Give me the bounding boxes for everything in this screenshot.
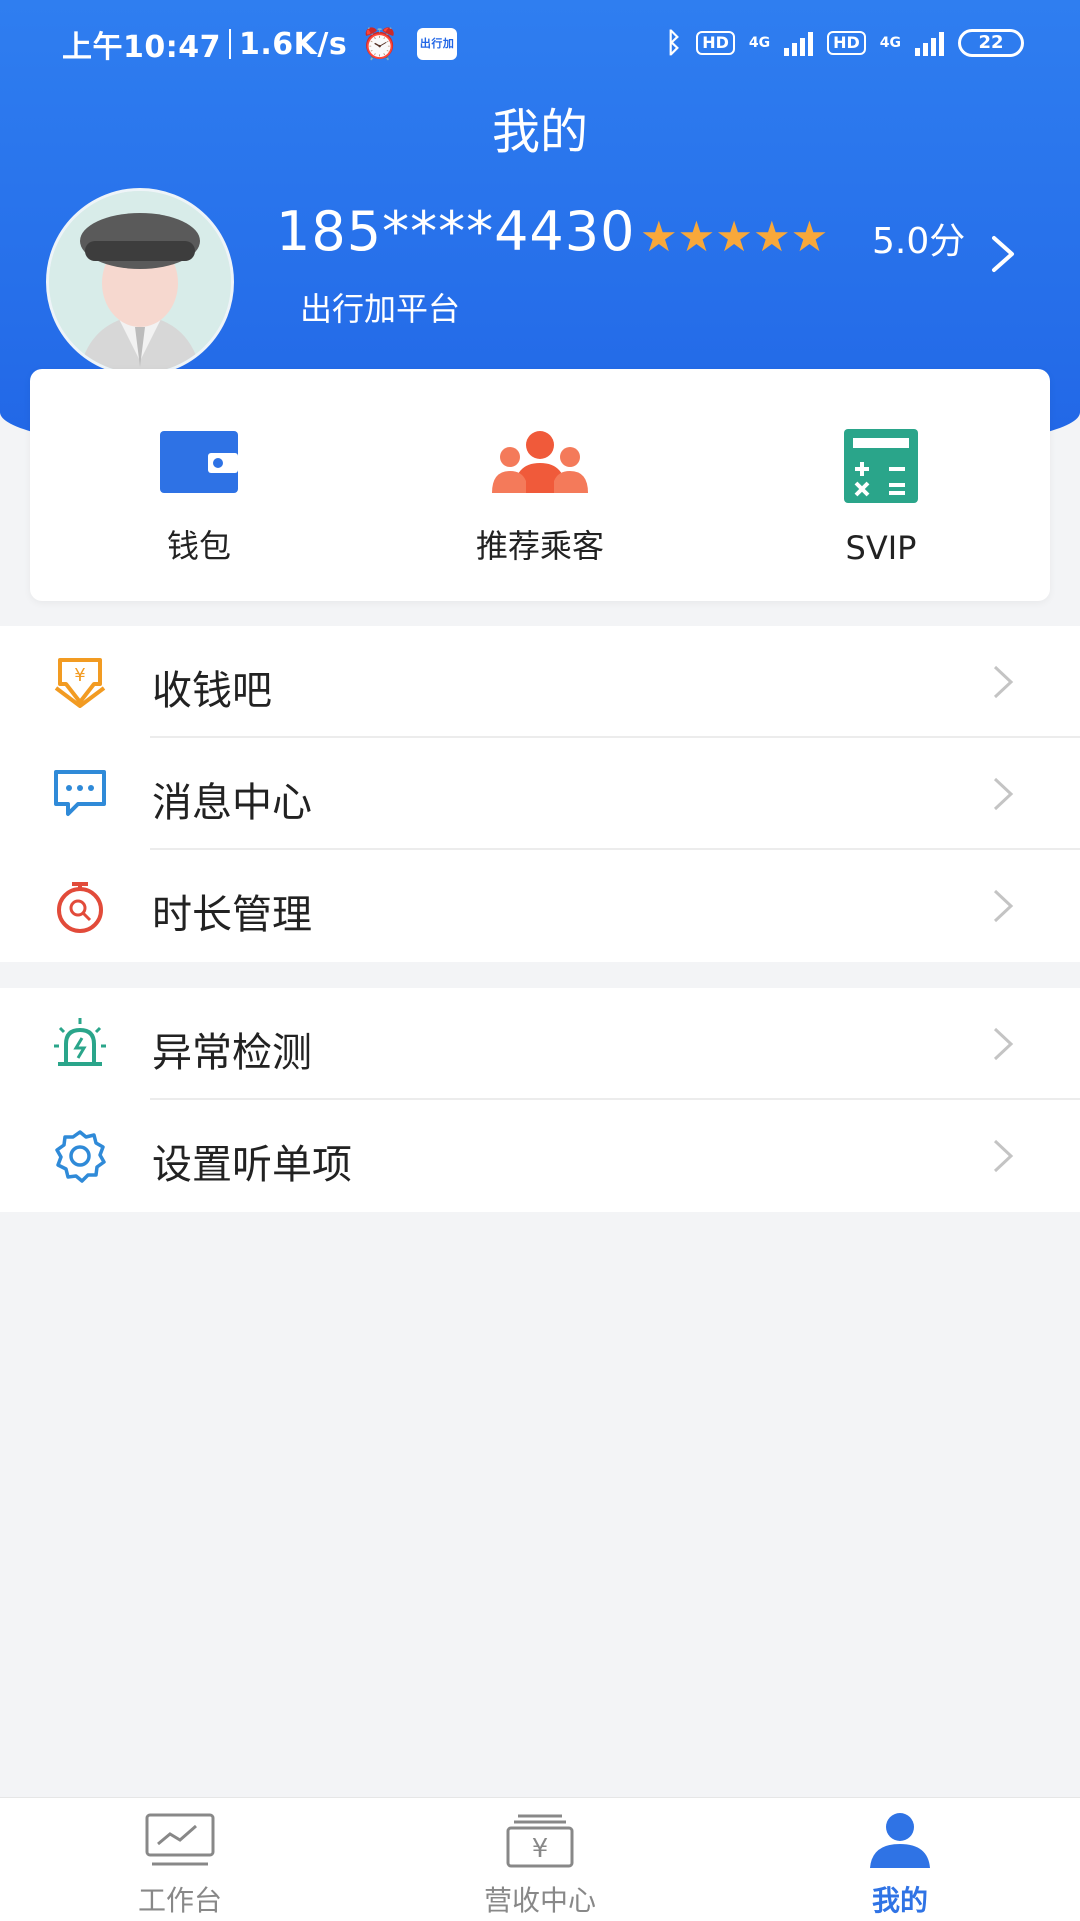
profile-chevron-icon[interactable] [990, 234, 1016, 278]
chart-monitor-icon [80, 1812, 280, 1875]
menu-group-1: ¥ 收钱吧 消息中心 时长管理 [0, 626, 1080, 962]
battery-icon: 22 [958, 28, 1024, 57]
platform-name: 出行加平台 [300, 290, 461, 328]
svg-text:¥: ¥ [532, 1834, 549, 1864]
recommend-passenger-label: 推荐乘客 [475, 527, 604, 565]
yuan-receive-icon: ¥ [52, 654, 108, 714]
menu-label: 消息中心 [152, 780, 312, 826]
network-speed: 1.6K/s [239, 26, 348, 62]
menu-label: 收钱吧 [152, 668, 272, 714]
bottom-tab-bar: 工作台 ¥ 营收中心 我的 [0, 1797, 1080, 1921]
app-badge-icon: 出行加 [417, 28, 458, 60]
hd-badge-2: HD [827, 30, 866, 55]
driver-avatar-icon [49, 191, 231, 373]
chevron-right-icon [992, 1026, 1014, 1066]
chevron-right-icon [992, 776, 1014, 816]
menu-item-collect-money[interactable]: ¥ 收钱吧 [0, 626, 1080, 738]
bluetooth-icon: ᛒ [665, 26, 683, 59]
svip-label: SVIP [845, 529, 917, 567]
calculator-icon [761, 429, 1001, 511]
chevron-right-icon [992, 664, 1014, 704]
timer-icon [52, 878, 108, 938]
tab-label: 营收中心 [483, 1884, 596, 1917]
avatar[interactable] [46, 188, 234, 376]
page-title: 我的 [491, 104, 588, 160]
network-type-2: 4G [879, 34, 901, 51]
chevron-right-icon [992, 888, 1014, 928]
phone-number: 185****4430 [276, 200, 636, 263]
message-icon [52, 766, 108, 826]
status-left: 上午10:47 1.6K/s ⏰ 出行加 [62, 22, 458, 66]
chevron-right-icon [992, 1138, 1014, 1178]
network-type-1: 4G [748, 34, 771, 51]
menu-label: 时长管理 [152, 892, 312, 938]
alarm-light-icon [52, 1016, 108, 1076]
wallet-label: 钱包 [166, 527, 231, 565]
signal-icon-1 [784, 30, 814, 56]
tab-label: 工作台 [137, 1884, 222, 1917]
status-time: 上午10:47 [62, 30, 221, 65]
person-icon [800, 1812, 1000, 1875]
menu-item-duration-management[interactable]: 时长管理 [0, 850, 1080, 962]
tab-mine[interactable]: 我的 [800, 1812, 1000, 1919]
menu-group-2: 异常检测 设置听单项 [0, 988, 1080, 1212]
tab-workbench[interactable]: 工作台 [80, 1812, 280, 1919]
wallet-button[interactable]: 钱包 [79, 429, 319, 567]
tab-label: 我的 [871, 1884, 928, 1917]
signal-icon-2 [915, 30, 944, 56]
menu-label: 设置听单项 [152, 1142, 352, 1188]
menu-item-order-settings[interactable]: 设置听单项 [0, 1100, 1080, 1212]
hd-badge-1: HD [696, 30, 735, 55]
menu-item-message-center[interactable]: 消息中心 [0, 738, 1080, 850]
gear-icon [52, 1128, 108, 1188]
menu-label: 异常检测 [152, 1030, 312, 1076]
alarm-icon: ⏰ [361, 26, 400, 62]
recommend-passenger-button[interactable]: 推荐乘客 [420, 429, 660, 567]
quick-actions-card: 钱包 推荐乘客 SVIP [30, 369, 1050, 601]
tab-revenue-center[interactable]: ¥ 营收中心 [440, 1812, 640, 1919]
menu-item-anomaly-detection[interactable]: 异常检测 [0, 988, 1080, 1100]
status-right: ᛒ HD 4G HD 4G 22 [665, 26, 1024, 59]
status-separator [229, 29, 231, 59]
svip-button[interactable]: SVIP [761, 429, 1001, 567]
rating-score: 5.0分 [872, 221, 966, 262]
svg-text:¥: ¥ [74, 665, 85, 686]
wallet-icon [79, 429, 319, 503]
users-icon [420, 429, 660, 503]
rating-stars-icon: ★★★★★ [640, 212, 829, 261]
yuan-box-icon: ¥ [440, 1812, 640, 1875]
status-bar: 上午10:47 1.6K/s ⏰ 出行加 ᛒ HD 4G HD 4G 22 [0, 0, 1080, 88]
